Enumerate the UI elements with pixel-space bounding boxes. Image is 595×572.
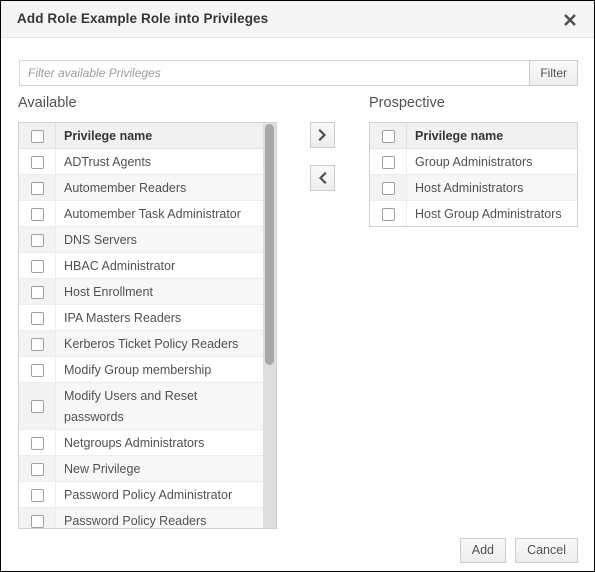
filter-bar: Filter bbox=[19, 60, 578, 86]
prospective-list: Privilege name Group Administrators Host … bbox=[369, 122, 578, 227]
row-checkbox-cell bbox=[19, 481, 56, 508]
row-checkbox[interactable] bbox=[381, 155, 395, 169]
row-checkbox[interactable] bbox=[30, 155, 44, 169]
row-checkbox-cell bbox=[19, 200, 56, 227]
privilege-name-cell: DNS Servers bbox=[55, 226, 264, 253]
row-checkbox-cell bbox=[19, 507, 56, 528]
table-row[interactable]: ADTrust Agents bbox=[19, 148, 264, 175]
privilege-name-cell: Kerberos Ticket Policy Readers bbox=[55, 330, 264, 357]
row-checkbox[interactable] bbox=[381, 181, 395, 195]
prospective-rows: Group Administrators Host Administrators H… bbox=[370, 148, 577, 226]
select-all-checkbox[interactable] bbox=[30, 129, 44, 143]
available-label: Available bbox=[18, 95, 77, 111]
chevron-left-icon[interactable] bbox=[310, 165, 335, 191]
table-row[interactable]: Host Administrators bbox=[370, 174, 577, 201]
add-role-dialog: Add Role Example Role into Privileges Fi… bbox=[0, 0, 595, 572]
privilege-name-cell: Password Policy Administrator bbox=[55, 481, 264, 508]
prospective-label: Prospective bbox=[369, 95, 445, 111]
dialog-footer: Add Cancel bbox=[1, 529, 594, 571]
cancel-button[interactable]: Cancel bbox=[515, 538, 578, 563]
row-checkbox-cell bbox=[19, 252, 56, 279]
table-row[interactable]: Kerberos Ticket Policy Readers bbox=[19, 330, 264, 357]
privilege-name-cell: Modify Group membership bbox=[55, 356, 264, 383]
table-row[interactable]: Password Policy Administrator bbox=[19, 481, 264, 508]
table-row[interactable]: HBAC Administrator bbox=[19, 252, 264, 279]
table-header-row: Privilege name bbox=[19, 123, 264, 149]
row-checkbox[interactable] bbox=[381, 207, 395, 221]
table-row[interactable]: Automember Readers bbox=[19, 174, 264, 201]
privilege-name-cell: Host Enrollment bbox=[55, 278, 264, 305]
close-icon[interactable] bbox=[559, 9, 581, 31]
row-checkbox-cell bbox=[19, 382, 56, 430]
row-checkbox-cell bbox=[19, 455, 56, 482]
column-header-privilege-name: Privilege name bbox=[406, 123, 577, 149]
row-checkbox-cell bbox=[19, 226, 56, 253]
scrollbar-thumb[interactable] bbox=[265, 124, 274, 365]
row-checkbox-cell bbox=[19, 330, 56, 357]
column-header-privilege-name: Privilege name bbox=[55, 123, 264, 149]
row-checkbox[interactable] bbox=[30, 462, 44, 476]
table-row[interactable]: New Privilege bbox=[19, 455, 264, 482]
table-row[interactable]: Modify Users and Reset passwords bbox=[19, 382, 264, 430]
select-all-header bbox=[370, 123, 407, 149]
row-checkbox[interactable] bbox=[30, 311, 44, 325]
privilege-name-cell: ADTrust Agents bbox=[55, 148, 264, 175]
row-checkbox-cell bbox=[19, 356, 56, 383]
privilege-name-cell: Password Policy Readers bbox=[55, 507, 264, 528]
row-checkbox-cell bbox=[370, 200, 407, 226]
table-row[interactable]: Automember Task Administrator bbox=[19, 200, 264, 227]
row-checkbox[interactable] bbox=[30, 488, 44, 502]
row-checkbox-cell bbox=[19, 174, 56, 201]
row-checkbox-cell bbox=[19, 148, 56, 175]
table-row[interactable]: Modify Group membership bbox=[19, 356, 264, 383]
table-row[interactable]: Netgroups Administrators bbox=[19, 429, 264, 456]
privilege-name-cell: Host Group Administrators bbox=[406, 200, 577, 226]
privilege-name-cell: Netgroups Administrators bbox=[55, 429, 264, 456]
row-checkbox[interactable] bbox=[30, 233, 44, 247]
row-checkbox[interactable] bbox=[30, 363, 44, 377]
privilege-name-cell: Host Administrators bbox=[406, 174, 577, 201]
available-list: Privilege name ADTrust Agents Automember … bbox=[18, 122, 277, 529]
add-button[interactable]: Add bbox=[459, 538, 506, 563]
prospective-table: Privilege name Group Administrators Host … bbox=[370, 123, 577, 226]
dialog-title: Add Role Example Role into Privileges bbox=[17, 11, 269, 26]
privilege-name-cell: New Privilege bbox=[55, 455, 264, 482]
row-checkbox[interactable] bbox=[30, 285, 44, 299]
privilege-name-cell: Automember Readers bbox=[55, 174, 264, 201]
table-header-row: Privilege name bbox=[370, 123, 577, 149]
table-row[interactable]: IPA Masters Readers bbox=[19, 304, 264, 331]
table-row[interactable]: DNS Servers bbox=[19, 226, 264, 253]
row-checkbox[interactable] bbox=[30, 207, 44, 221]
row-checkbox-cell bbox=[19, 278, 56, 305]
row-checkbox-cell bbox=[19, 429, 56, 456]
table-row[interactable]: Password Policy Readers bbox=[19, 507, 264, 528]
dialog-header: Add Role Example Role into Privileges bbox=[1, 1, 594, 38]
filter-button[interactable]: Filter bbox=[529, 60, 578, 86]
row-checkbox[interactable] bbox=[30, 181, 44, 195]
row-checkbox[interactable] bbox=[30, 514, 44, 528]
row-checkbox-cell bbox=[19, 304, 56, 331]
privilege-name-cell: Automember Task Administrator bbox=[55, 200, 264, 227]
row-checkbox[interactable] bbox=[30, 436, 44, 450]
privilege-name-cell: Modify Users and Reset passwords bbox=[55, 382, 264, 430]
privilege-name-cell: IPA Masters Readers bbox=[55, 304, 264, 331]
table-row[interactable]: Host Group Administrators bbox=[370, 200, 577, 226]
privilege-name-cell: HBAC Administrator bbox=[55, 252, 264, 279]
row-checkbox[interactable] bbox=[30, 259, 44, 273]
table-row[interactable]: Host Enrollment bbox=[19, 278, 264, 305]
row-checkbox[interactable] bbox=[30, 337, 44, 351]
table-row[interactable]: Group Administrators bbox=[370, 148, 577, 175]
row-checkbox[interactable] bbox=[30, 400, 44, 414]
available-rows: ADTrust Agents Automember Readers Automemb… bbox=[19, 148, 264, 528]
select-all-header bbox=[19, 123, 56, 149]
chevron-right-icon[interactable] bbox=[310, 122, 335, 148]
available-scrollbar[interactable] bbox=[263, 123, 276, 528]
row-checkbox-cell bbox=[370, 174, 407, 201]
row-checkbox-cell bbox=[370, 148, 407, 175]
privilege-name-cell: Group Administrators bbox=[406, 148, 577, 175]
search-input[interactable] bbox=[19, 60, 530, 86]
select-all-checkbox[interactable] bbox=[381, 129, 395, 143]
available-table: Privilege name ADTrust Agents Automember … bbox=[19, 123, 264, 528]
